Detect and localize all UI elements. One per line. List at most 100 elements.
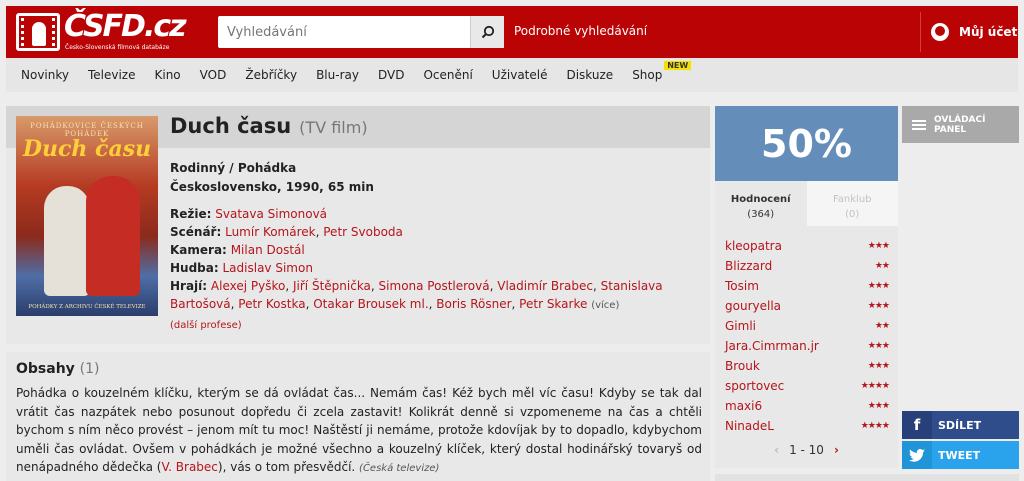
menu-icon — [912, 119, 926, 130]
rating-user-link[interactable]: Jara.Cimrman.jr — [725, 339, 819, 353]
plot-source-link[interactable]: (Česká televize) — [359, 463, 439, 474]
rating-tabs: Hodnocení (364) Fanklub (0) — [715, 181, 898, 226]
rating-user-link[interactable]: Brouk — [725, 359, 760, 373]
rating-row: Jara.Cimrman.jr ★★★ — [725, 336, 890, 356]
nav-uzivatele[interactable]: Uživatelé — [492, 68, 548, 82]
advanced-search-link[interactable]: Podrobné vyhledávání — [514, 24, 647, 38]
composer-link[interactable]: Ladislav Simon — [223, 261, 313, 275]
plot-text-main: Pohádka o kouzelném klíčku, kterým se dá… — [16, 386, 702, 474]
camera-link[interactable]: Milan Dostál — [231, 243, 305, 257]
script-label: Scénář: — [170, 225, 222, 239]
director-link[interactable]: Svatava Simonová — [215, 207, 327, 221]
nav-diskuze[interactable]: Diskuze — [566, 68, 613, 82]
rating-user-link[interactable]: Gimli — [725, 319, 756, 333]
rating-percent: 50% — [715, 106, 898, 181]
nav-novinky[interactable]: Novinky — [21, 68, 69, 82]
actor-link[interactable]: Petr Skarke — [519, 297, 587, 311]
rating-row: kleopatra ★★★ — [725, 236, 890, 256]
plot-text: Pohádka o kouzelném klíčku, kterým se dá… — [16, 384, 702, 479]
film-info-box: POHÁDKOVICE ČESKÝCH POHÁDEK Duch času PO… — [6, 106, 710, 344]
actor-link[interactable]: Jiří Štěpnička — [293, 279, 371, 293]
user-ratings-list: kleopatra ★★★ Blizzard ★★ Tosim ★★★ gouryel… — [725, 236, 890, 436]
tab-fanclub-count: (0) — [845, 209, 860, 220]
facebook-share-button[interactable]: f SDÍLET — [902, 411, 1019, 439]
camera-label: Kamera: — [170, 243, 227, 257]
actor-link[interactable]: Boris Rösner — [436, 297, 511, 311]
plot-heading: Obsahy (1) — [16, 361, 100, 377]
nav-kino[interactable]: Kino — [155, 68, 181, 82]
poster-figure-left — [44, 186, 90, 296]
nav-shop-label: Shop — [632, 68, 663, 82]
poster-figure-right — [86, 176, 140, 296]
logo-tagline: Česko-Slovenská filmová databáze — [65, 44, 170, 51]
nav-zebricky[interactable]: Žebříčky — [245, 68, 297, 82]
rating-row: NinadeL ★★★★ — [725, 416, 890, 436]
rating-user-link[interactable]: NinadeL — [725, 419, 774, 433]
writer-link[interactable]: Petr Svoboda — [323, 225, 403, 239]
film-genre: Rodinný / Pohádka — [170, 161, 297, 175]
search-box — [218, 16, 504, 48]
prev-page-icon[interactable]: ‹ — [774, 443, 779, 457]
rating-user-link[interactable]: gouryella — [725, 299, 781, 313]
cast-label: Hrají: — [170, 279, 208, 293]
rating-user-link[interactable]: kleopatra — [725, 239, 782, 253]
new-badge: NEW — [664, 61, 692, 70]
crew-script: Scénář: Lumír Komárek, Petr Svoboda — [170, 225, 403, 239]
ratings-pager: ‹ 1 - 10 › — [715, 443, 898, 457]
rating-user-link[interactable]: maxi6 — [725, 399, 762, 413]
actor-link[interactable]: Otakar Brousek ml. — [313, 297, 428, 311]
rating-stars: ★★ — [874, 261, 890, 271]
nav-shop[interactable]: Shop NEW — [632, 61, 692, 82]
nav-vod[interactable]: VOD — [200, 68, 227, 82]
rating-user-link[interactable]: Tosim — [725, 279, 759, 293]
film-poster[interactable]: POHÁDKOVICE ČESKÝCH POHÁDEK Duch času PO… — [16, 116, 158, 316]
next-box-edge — [715, 474, 1019, 481]
film-title: Duch času (TV film) — [170, 114, 368, 138]
plot-box: Obsahy (1) Pohádka o kouzelném klíčku, k… — [6, 352, 710, 481]
plot-actor-link[interactable]: V. Brabec — [161, 460, 217, 474]
next-page-icon[interactable]: › — [834, 443, 839, 457]
search-input[interactable] — [218, 16, 468, 48]
rating-stars: ★★★ — [867, 401, 890, 411]
actor-link[interactable]: Alexej Pyško — [211, 279, 285, 293]
cast-more-link[interactable]: (více) — [591, 300, 619, 311]
rating-row: maxi6 ★★★ — [725, 396, 890, 416]
rating-stars: ★★★★ — [860, 421, 890, 431]
tab-ratings-label: Hodnocení — [730, 194, 791, 205]
rating-row: sportovec ★★★★ — [725, 376, 890, 396]
nav-bluray[interactable]: Blu-ray — [316, 68, 359, 82]
rating-row: gouryella ★★★ — [725, 296, 890, 316]
search-icon — [481, 25, 494, 39]
twitter-tweet-button[interactable]: TWEET — [902, 441, 1019, 469]
csfd-logo[interactable]: ČSFD.cz Česko-Slovenská filmová databáze — [16, 10, 187, 55]
more-professions-link[interactable]: (další profese) — [170, 320, 242, 331]
crew-camera: Kamera: Milan Dostál — [170, 241, 700, 259]
rating-stars: ★★★ — [867, 361, 890, 371]
crew-cast: Hrají: Alexej Pyško, Jiří Štěpnička, Sim… — [170, 279, 663, 311]
search-button[interactable] — [470, 16, 504, 48]
actor-link[interactable]: Petr Kostka — [238, 297, 305, 311]
nav-dvd[interactable]: DVD — [378, 68, 404, 82]
actor-link[interactable]: Simona Postlerová — [379, 279, 490, 293]
facebook-icon: f — [902, 411, 932, 439]
rating-stars: ★★★ — [867, 281, 890, 291]
control-panel-label: OVLÁDACÍ PANEL — [934, 115, 985, 135]
tab-fanclub[interactable]: Fanklub (0) — [806, 181, 898, 226]
account-label: Můj účet — [959, 25, 1018, 39]
nav-oceneni[interactable]: Ocenění — [423, 68, 472, 82]
rating-stars: ★★★ — [867, 241, 890, 251]
poster-bottom-text: POHÁDKY Z ARCHIVU ČESKÉ TELEVIZE — [28, 304, 146, 310]
rating-user-link[interactable]: Blizzard — [725, 259, 772, 273]
crew-music: Hudba: Ladislav Simon — [170, 259, 700, 277]
share-label: SDÍLET — [938, 418, 982, 432]
control-panel-button[interactable]: OVLÁDACÍ PANEL — [902, 106, 1019, 143]
control-panel-label-line1: OVLÁDACÍ — [934, 114, 986, 125]
actor-link[interactable]: Vladimír Brabec — [497, 279, 593, 293]
writer-link[interactable]: Lumír Komárek — [225, 225, 316, 239]
user-icon — [931, 23, 949, 41]
nav-televize[interactable]: Televize — [88, 68, 136, 82]
top-header: ČSFD.cz Česko-Slovenská filmová databáze… — [6, 6, 1018, 58]
account-button[interactable]: Můj účet — [920, 12, 1018, 52]
tab-ratings[interactable]: Hodnocení (364) — [715, 181, 807, 226]
rating-user-link[interactable]: sportovec — [725, 379, 784, 393]
